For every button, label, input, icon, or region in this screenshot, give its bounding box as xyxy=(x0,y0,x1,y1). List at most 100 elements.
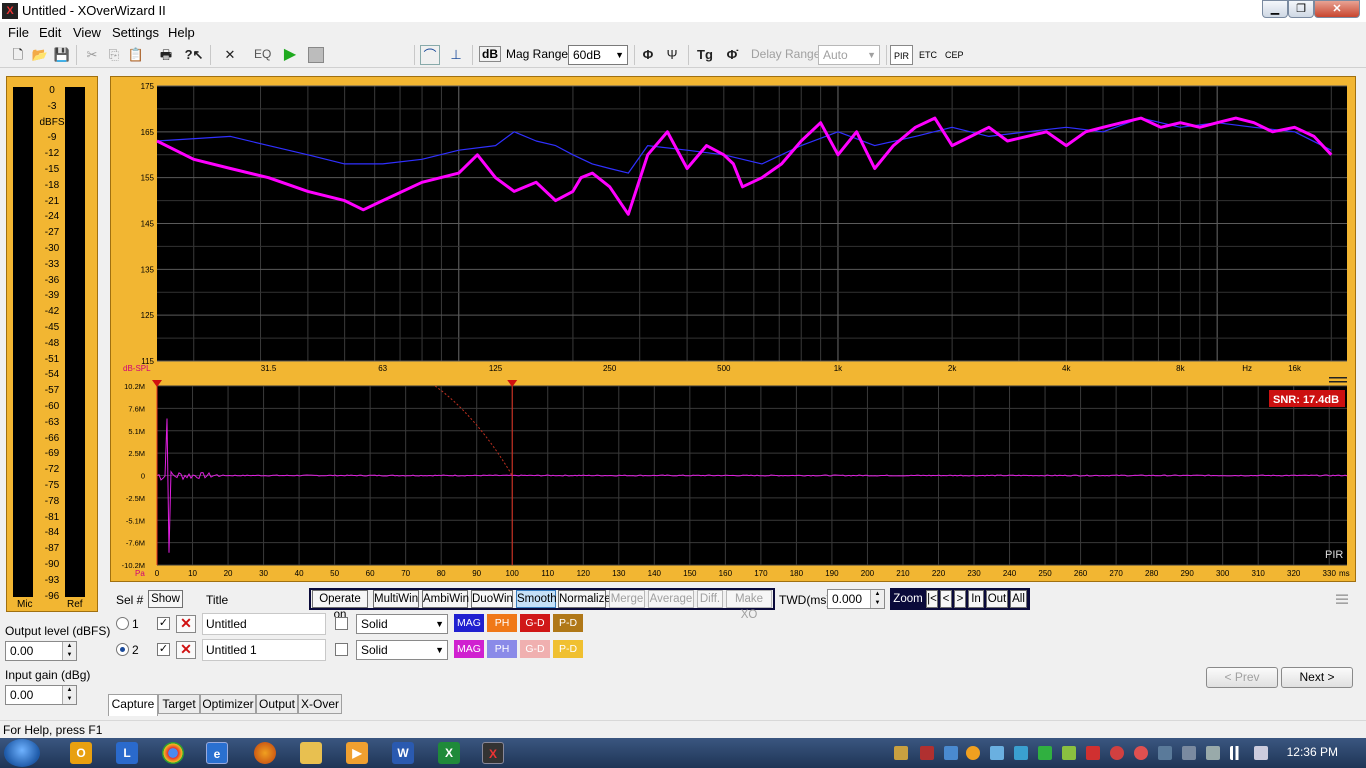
cep-button[interactable]: CEP xyxy=(942,45,967,65)
tray-sync-icon[interactable] xyxy=(990,746,1004,760)
tray-antivirus-icon[interactable] xyxy=(1110,746,1124,760)
firefox-icon[interactable] xyxy=(254,742,276,764)
tab-output[interactable]: Output xyxy=(256,694,298,714)
delete-trace-icon[interactable]: ✕ xyxy=(176,641,196,659)
list-menu-icon[interactable]: — — — xyxy=(1336,588,1354,608)
mag-range-select[interactable]: 60dB ▼ xyxy=(568,45,628,65)
menu-edit[interactable]: Edit xyxy=(39,25,61,40)
magnitude-view-icon[interactable]: ⌒ xyxy=(420,45,440,65)
twd-input[interactable]: 0.000 ▲ ▼ xyxy=(827,589,885,609)
outlook-icon[interactable]: O xyxy=(70,742,92,764)
save-icon[interactable]: 💾 xyxy=(52,45,72,65)
output-level-input[interactable]: 0.00 ▲ ▼ xyxy=(5,641,77,661)
excel-icon[interactable]: X xyxy=(438,742,460,764)
signal-strength-icon[interactable] xyxy=(1230,746,1244,760)
make-xo-button[interactable]: Make XO xyxy=(726,590,772,621)
chrome-icon[interactable] xyxy=(162,742,184,764)
trace-style-select[interactable]: Solid ▼ xyxy=(356,614,448,634)
new-file-icon[interactable]: 🗋 xyxy=(8,45,28,65)
average-button[interactable]: Average xyxy=(648,590,694,608)
paste-icon[interactable]: 📋 xyxy=(126,45,146,65)
impulse-view-icon[interactable]: ⊥ xyxy=(446,45,466,65)
phase-wrap-icon[interactable]: Ψ xyxy=(662,45,682,65)
minimize-button[interactable]: ▁ xyxy=(1262,0,1288,18)
gd-button[interactable]: G-D xyxy=(520,640,550,658)
eq-button[interactable]: EQ xyxy=(254,47,271,61)
media-player-icon[interactable]: ▶ xyxy=(346,742,368,764)
delete-trace-icon[interactable]: ✕ xyxy=(176,615,196,633)
pd-button[interactable]: P-D xyxy=(553,640,583,658)
tray-battery-icon[interactable] xyxy=(1206,746,1220,760)
clock[interactable]: 12:36 PM xyxy=(1287,745,1338,759)
tray-security-icon[interactable] xyxy=(1086,746,1100,760)
ambiwin-button[interactable]: AmbiWin xyxy=(422,590,469,608)
zoom-out-button[interactable]: Out xyxy=(986,590,1008,608)
tray-update-icon[interactable] xyxy=(966,746,980,760)
input-gain-input[interactable]: 0.00 ▲ ▼ xyxy=(5,685,77,705)
normalize-button[interactable]: Normalize xyxy=(558,590,611,608)
ph-button[interactable]: PH xyxy=(487,614,517,632)
zoom-all-button[interactable]: All xyxy=(1010,590,1027,608)
copy-icon[interactable]: ⎘ xyxy=(104,45,124,65)
prev-button[interactable]: < Prev xyxy=(1206,667,1278,688)
trace-show-checkbox[interactable]: ✓ xyxy=(157,617,170,630)
trace-option-checkbox[interactable] xyxy=(335,643,348,656)
cut-icon[interactable]: ✂ xyxy=(82,45,102,65)
close-button[interactable]: ✕ xyxy=(1314,0,1360,18)
print-icon[interactable]: 🖶 xyxy=(156,45,176,65)
next-button[interactable]: Next > xyxy=(1281,667,1353,688)
show-button[interactable]: Show xyxy=(148,590,183,608)
open-folder-icon[interactable]: 📂 xyxy=(30,45,50,65)
trace-title-input[interactable]: Untitled 1 xyxy=(202,639,326,661)
tray-app-icon[interactable] xyxy=(894,746,908,760)
tray-wireless-icon[interactable] xyxy=(1062,746,1076,760)
etc-button[interactable]: ETC xyxy=(916,45,940,65)
phase-delay-icon[interactable]: Φ̇ xyxy=(722,45,742,65)
play-icon[interactable]: ▶ xyxy=(280,45,300,65)
tools-icon[interactable]: ✕ xyxy=(220,45,240,65)
tray-tool-icon[interactable] xyxy=(1158,746,1172,760)
resize-grip-icon[interactable] xyxy=(1329,377,1347,383)
menu-help[interactable]: Help xyxy=(168,25,195,40)
operate-on-button[interactable]: Operate on xyxy=(312,590,368,621)
zoom-right-button[interactable]: > xyxy=(954,590,966,608)
pir-button[interactable]: PIR xyxy=(890,45,914,65)
xoverwizard-task-icon[interactable]: X xyxy=(482,742,504,764)
lync-icon[interactable]: L xyxy=(116,742,138,764)
app-icon[interactable]: X xyxy=(2,3,18,19)
volume-icon[interactable] xyxy=(1254,746,1268,760)
mag-button[interactable]: MAG xyxy=(454,614,484,632)
tab-x-over[interactable]: X-Over xyxy=(298,694,342,714)
zoom-first-button[interactable]: |< xyxy=(926,590,938,608)
trace-show-checkbox[interactable]: ✓ xyxy=(157,643,170,656)
merge-button[interactable]: Merge xyxy=(609,590,645,608)
duowin-button[interactable]: DuoWin xyxy=(471,590,513,608)
context-help-icon[interactable]: ?↖ xyxy=(184,45,204,65)
multiwin-button[interactable]: MultiWin xyxy=(373,590,419,608)
tray-device-icon[interactable] xyxy=(1014,746,1028,760)
trace-style-select[interactable]: Solid ▼ xyxy=(356,640,448,660)
tab-target[interactable]: Target xyxy=(158,694,200,714)
zoom-in-button[interactable]: In xyxy=(968,590,984,608)
trace-row[interactable]: 2 ✓ ✕ Untitled 1 Solid ▼ MAG PH G-D P-D xyxy=(110,638,1356,662)
menu-view[interactable]: View xyxy=(73,25,101,40)
gd-button[interactable]: G-D xyxy=(520,614,550,632)
trace-title-input[interactable]: Untitled xyxy=(202,613,326,635)
bluetooth-icon[interactable] xyxy=(944,746,958,760)
tab-optimizer[interactable]: Optimizer xyxy=(200,694,256,714)
maximize-button[interactable]: ❐ xyxy=(1288,0,1314,18)
pd-button[interactable]: P-D xyxy=(553,614,583,632)
delay-range-select[interactable]: Auto ▼ xyxy=(818,45,880,65)
menu-settings[interactable]: Settings xyxy=(112,25,159,40)
magnitude-plot[interactable]: 175165155145135125115 31.5 63 125 250 500 1k 2… xyxy=(123,82,1347,373)
trace-select-radio[interactable] xyxy=(116,617,129,630)
ph-button[interactable]: PH xyxy=(487,640,517,658)
tray-monitor-icon[interactable] xyxy=(1038,746,1052,760)
db-toggle[interactable]: dB xyxy=(479,46,501,62)
phase-icon[interactable]: Φ xyxy=(638,45,658,65)
tab-capture[interactable]: Capture xyxy=(108,694,158,716)
menu-file[interactable]: File xyxy=(8,25,29,40)
smooth-button[interactable]: Smooth xyxy=(516,590,557,608)
tray-alert-icon[interactable] xyxy=(1134,746,1148,760)
tray-network-icon[interactable] xyxy=(920,746,934,760)
